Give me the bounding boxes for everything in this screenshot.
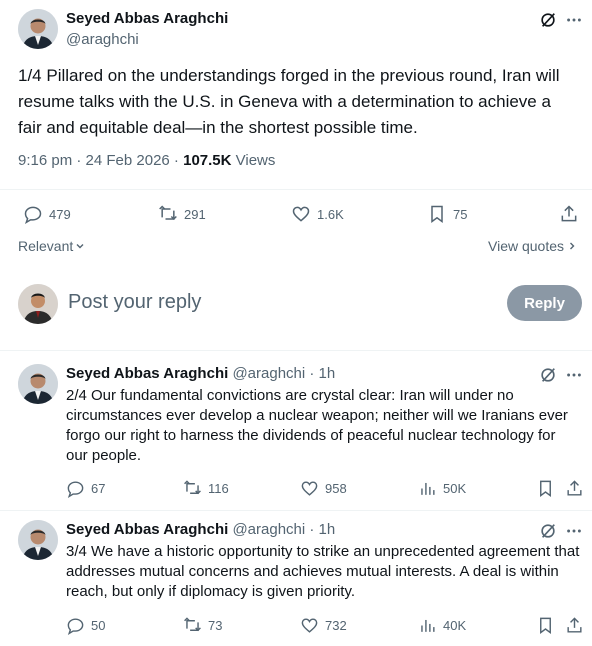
share-icon (567, 617, 582, 633)
bookmark-icon (540, 617, 551, 635)
like-count: 1.6K (317, 206, 344, 222)
reply-icon (67, 618, 84, 635)
bookmark-action[interactable]: 75 (427, 204, 467, 224)
repost-action[interactable]: 73 (183, 616, 222, 635)
reply-count: 67 (91, 481, 106, 496)
heart-icon (301, 481, 318, 496)
author-photo-icon (18, 9, 58, 49)
repost-count: 291 (184, 206, 206, 222)
bookmark-icon (431, 205, 443, 223)
views-action[interactable]: 40K (418, 616, 466, 635)
post-timestamp[interactable]: 9:16 pm · 24 Feb 2026 · (18, 152, 183, 169)
author-avatar[interactable] (18, 9, 58, 49)
bookmark-action[interactable] (536, 479, 555, 498)
repost-count: 73 (208, 618, 223, 633)
bookmark-icon (540, 480, 551, 498)
post-meta: 9:16 pm · 24 Feb 2026 · 107.5K Views (18, 152, 275, 169)
repost-action[interactable]: 116 (183, 479, 229, 498)
share-icon (567, 480, 582, 496)
reply-count: 479 (49, 206, 71, 222)
views-label: Views (231, 152, 276, 169)
view-quotes-label: View quotes (488, 238, 565, 254)
reply-action[interactable]: 50 (66, 616, 105, 635)
repost-icon (159, 205, 177, 221)
like-action[interactable]: 732 (300, 616, 347, 635)
reply-input[interactable]: Post your reply (68, 291, 201, 314)
reply-author-avatar[interactable] (18, 520, 58, 560)
views-action[interactable]: 50K (418, 479, 466, 498)
reply-author-name[interactable]: Seyed Abbas Araghchi (66, 365, 228, 382)
bookmark-action[interactable] (536, 616, 555, 635)
views-count: 107.5K (183, 152, 232, 169)
author-photo-icon (18, 520, 58, 560)
author-handle[interactable]: @araghchi (66, 31, 139, 48)
divider (0, 189, 592, 190)
views-chart-icon (421, 482, 435, 495)
share-action[interactable] (565, 479, 584, 498)
grok-icon[interactable] (538, 365, 558, 385)
reply-action[interactable]: 67 (66, 479, 105, 498)
reply-handle-time[interactable]: @araghchi · 1h (232, 365, 335, 382)
relevant-sort-toggle[interactable]: Relevant (18, 238, 85, 254)
views-count: 40K (443, 618, 467, 633)
like-action[interactable]: 1.6K (291, 204, 344, 224)
like-action[interactable]: 958 (300, 479, 347, 498)
reply-button[interactable]: Reply (507, 285, 582, 321)
reply-text: 2/4 Our fundamental convictions are crys… (66, 387, 568, 464)
composer-avatar (18, 284, 58, 324)
divider (0, 350, 592, 351)
share-action[interactable] (565, 616, 584, 635)
reply-author-avatar[interactable] (18, 364, 58, 404)
more-options-icon[interactable] (564, 10, 584, 30)
reply-action[interactable]: 479 (23, 204, 71, 224)
views-count: 50K (443, 481, 467, 496)
like-count: 732 (325, 618, 347, 633)
reply-header: Seyed Abbas Araghchi @araghchi · 1h (66, 365, 335, 382)
divider (0, 510, 592, 511)
post-text: 1/4 Pillared on the understandings forge… (18, 66, 560, 137)
like-count: 958 (325, 481, 347, 496)
author-photo-icon (18, 364, 58, 404)
reply-count: 50 (91, 618, 106, 633)
heart-icon (292, 206, 310, 222)
share-action[interactable] (559, 204, 579, 224)
grok-icon[interactable] (538, 10, 558, 30)
chevron-right-icon (570, 242, 575, 250)
view-quotes-link[interactable]: View quotes (488, 238, 577, 254)
more-options-icon[interactable] (564, 365, 584, 385)
relevant-label: Relevant (18, 238, 74, 254)
grok-icon[interactable] (538, 521, 558, 541)
reply-header: Seyed Abbas Araghchi @araghchi · 1h (66, 521, 335, 538)
reply-handle-time[interactable]: @araghchi · 1h (232, 521, 335, 538)
reply-author-name[interactable]: Seyed Abbas Araghchi (66, 521, 228, 538)
repost-icon (184, 480, 201, 495)
user-photo-icon (18, 284, 58, 324)
reply-text: 3/4 We have a historic opportunity to st… (66, 543, 580, 600)
reply-icon (67, 481, 84, 498)
reply-icon (24, 206, 42, 224)
author-name[interactable]: Seyed Abbas Araghchi (66, 10, 228, 27)
views-chart-icon (421, 619, 435, 632)
more-options-icon[interactable] (564, 521, 584, 541)
chevron-down-icon (76, 244, 84, 249)
repost-action[interactable]: 291 (158, 204, 206, 224)
share-icon (561, 205, 577, 222)
bookmark-count: 75 (453, 206, 468, 222)
repost-icon (184, 617, 201, 632)
repost-count: 116 (208, 481, 229, 496)
heart-icon (301, 618, 318, 633)
